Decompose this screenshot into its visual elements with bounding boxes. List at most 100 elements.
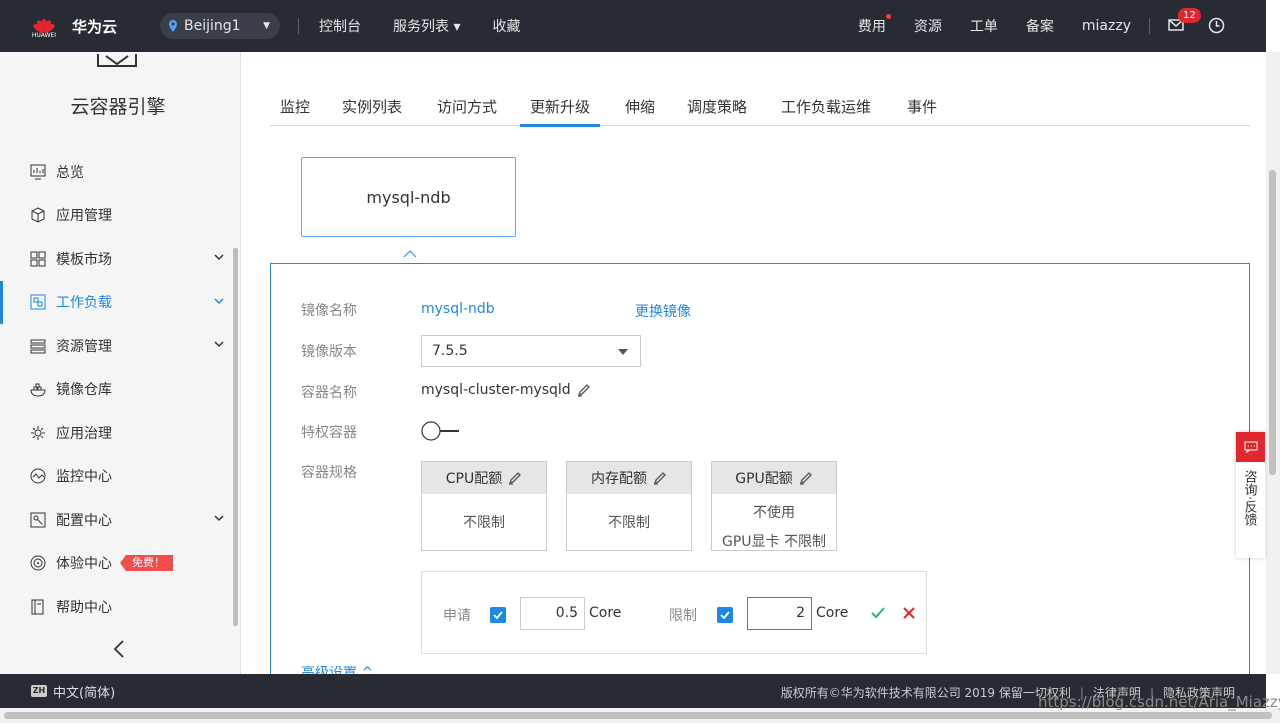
sidebar-scrollbar[interactable] [233, 248, 238, 626]
tab-scheduling[interactable]: 调度策略 [687, 96, 747, 117]
cpu-quota-header[interactable]: CPU配额 [422, 462, 546, 494]
image-name-link[interactable]: mysql-ndb [421, 301, 495, 317]
sidebar-item-label: 工作负载 [56, 295, 112, 312]
history-button[interactable] [1208, 17, 1226, 35]
tab-access[interactable]: 访问方式 [437, 96, 497, 117]
nav-service-list[interactable]: 服务列表 ▾ [393, 16, 460, 36]
tab-events[interactable]: 事件 [907, 96, 937, 117]
tab-upgrade[interactable]: 更新升级 [519, 96, 601, 127]
limit-unit: Core [816, 605, 849, 621]
sidebar-item-workload[interactable]: 工作负载 [0, 280, 234, 325]
region-selector[interactable]: Beijing1 ▼ [160, 13, 280, 39]
sidebar-item-resource-manage[interactable]: 资源管理 [0, 324, 234, 368]
container-name-text: mysql-cluster-mysqld [421, 382, 571, 398]
sidebar-item-label: 监控中心 [56, 469, 112, 486]
change-image-link[interactable]: 更换镜像 [635, 301, 691, 321]
confirm-check-icon[interactable] [871, 606, 885, 620]
limit-checkbox[interactable] [717, 607, 733, 623]
brand-sub: HUAWEI [31, 32, 57, 39]
sidebar: 云容器引擎 总览 应用管理 模板市场 工作负载 资源管理 镜像仓库 应用治理 监… [0, 52, 241, 674]
overview-icon [30, 164, 46, 180]
request-checkbox[interactable] [490, 607, 506, 623]
huawei-logo-icon: HUAWEI [30, 11, 58, 41]
tab-instances[interactable]: 实例列表 [342, 96, 402, 117]
app-manage-icon [31, 207, 45, 223]
sidebar-item-label: 配置中心 [56, 512, 112, 529]
watermark-text: https://blog.csdn.net/Aria_Miazzy [1038, 693, 1280, 711]
edit-pencil-icon[interactable] [799, 471, 813, 485]
nav-billing[interactable]: 费用 [857, 14, 891, 36]
gpu-card-value: GPU显卡 不限制 [722, 534, 826, 550]
sidebar-item-experience-center[interactable]: 体验中心 免费！ [0, 542, 234, 586]
advanced-settings-link[interactable]: 高级设置 ^ [301, 666, 373, 674]
privileged-toggle[interactable] [421, 421, 461, 441]
sidebar-item-image-repo[interactable]: 镜像仓库 [0, 368, 234, 412]
sidebar-item-app-manage[interactable]: 应用管理 [0, 194, 234, 238]
edit-pencil-icon[interactable] [653, 471, 667, 485]
image-version-label: 镜像版本 [301, 344, 357, 360]
memory-quota-header[interactable]: 内存配额 [567, 462, 691, 494]
notification-dot [885, 14, 891, 19]
sidebar-item-template-market[interactable]: 模板市场 [0, 237, 234, 281]
mail-button[interactable]: 12 [1168, 8, 1201, 34]
sidebar-item-monitor-center[interactable]: 监控中心 [0, 455, 234, 499]
cpu-quota-value: 不限制 [463, 515, 505, 531]
huawei-cloud-logo[interactable]: HUAWEI 华为云 [30, 11, 160, 41]
nav-tickets[interactable]: 工单 [970, 16, 998, 36]
chat-icon [1236, 432, 1265, 462]
tab-scaling[interactable]: 伸缩 [625, 96, 655, 117]
user-menu[interactable]: miazzy [1082, 18, 1131, 34]
top-bar: HUAWEI 华为云 Beijing1 ▼ 控制台 服务列表 ▾ 收藏 费用 资… [0, 0, 1266, 52]
sidebar-item-label: 资源管理 [56, 338, 112, 355]
page-scrollbar[interactable] [1266, 52, 1280, 674]
limit-input[interactable]: 2 [747, 597, 812, 630]
request-input[interactable]: 0.5 [520, 597, 585, 630]
edit-pencil-icon[interactable] [508, 471, 522, 485]
sidebar-item-overview[interactable]: 总览 [0, 150, 234, 194]
sidebar-item-config-center[interactable]: 配置中心 [0, 498, 234, 542]
experience-center-icon [30, 555, 46, 571]
request-label: 申请 [443, 608, 471, 624]
chevron-down-icon [214, 515, 224, 522]
help-center-icon [31, 599, 44, 615]
chevron-down-icon [214, 297, 224, 304]
nav-favorites[interactable]: 收藏 [492, 16, 520, 36]
memory-quota-value: 不限制 [608, 515, 650, 531]
consult-label: 咨询·反馈 [1241, 470, 1257, 527]
cancel-x-icon[interactable] [902, 606, 916, 620]
language-selector[interactable]: 中文(简体) [53, 682, 115, 701]
container-spec-label: 容器规格 [301, 465, 357, 481]
sidebar-item-label: 帮助中心 [56, 599, 112, 616]
tab-monitor[interactable]: 监控 [280, 96, 310, 117]
sidebar-item-app-governance[interactable]: 应用治理 [0, 411, 234, 455]
cpu-quota-card: CPU配额 不限制 [421, 461, 547, 551]
image-version-select[interactable]: 7.5.5 [421, 335, 641, 367]
container-name-label: 容器名称 [301, 385, 357, 401]
sidebar-menu: 总览 应用管理 模板市场 工作负载 资源管理 镜像仓库 应用治理 监控中心 配置… [0, 150, 234, 629]
nav-filing[interactable]: 备案 [1026, 16, 1054, 36]
tab-workload-ops[interactable]: 工作负载运维 [781, 96, 871, 117]
container-name-value: mysql-cluster-mysqld [421, 382, 591, 398]
workload-tabs: 监控 实例列表 访问方式 更新升级 伸缩 调度策略 工作负载运维 事件 [270, 84, 1250, 127]
sidebar-item-label: 应用治理 [56, 425, 112, 442]
scrollbar-thumb[interactable] [1269, 170, 1276, 475]
billing-label: 费用 [857, 19, 886, 35]
workload-icon [30, 294, 46, 310]
nav-console[interactable]: 控制台 [319, 16, 361, 36]
location-pin-icon [169, 20, 177, 32]
free-badge: 免费！ [120, 555, 173, 572]
gpu-quota-title: GPU配额 [735, 471, 793, 487]
container-card[interactable]: mysql-ndb [301, 157, 516, 237]
gpu-quota-header[interactable]: GPU配额 [712, 462, 836, 494]
edit-pencil-icon[interactable] [577, 383, 591, 397]
sidebar-item-help-center[interactable]: 帮助中心 [0, 585, 234, 629]
monitor-center-icon [30, 468, 46, 484]
consult-feedback-widget[interactable]: 咨询·反馈 [1236, 432, 1265, 558]
template-market-icon [30, 251, 46, 267]
scrollbar-thumb[interactable] [4, 712, 1272, 719]
nav-resources[interactable]: 资源 [914, 16, 942, 36]
sidebar-item-label: 体验中心 [56, 556, 112, 573]
cpu-quota-editor: 申请 0.5 Core 限制 2 Core [421, 571, 927, 654]
divider [1149, 18, 1150, 34]
collapse-sidebar-icon[interactable] [112, 638, 126, 660]
